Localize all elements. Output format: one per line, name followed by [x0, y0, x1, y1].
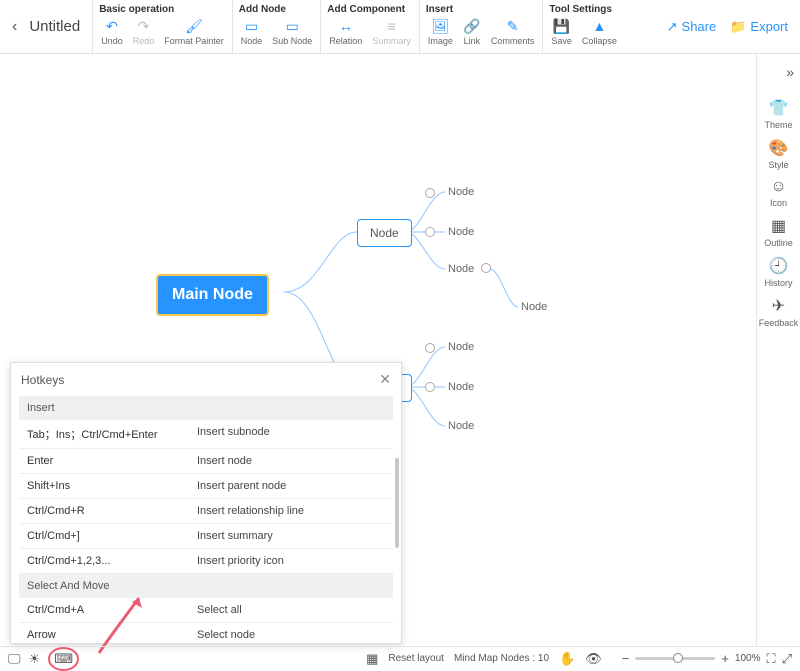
- link-icon: 🔗: [463, 17, 481, 35]
- expand-icon[interactable]: [425, 188, 435, 198]
- sub-node-icon: ▭: [283, 17, 301, 35]
- hotkey-section: Select And Move: [19, 574, 393, 598]
- keyboard-icon[interactable]: ⌨: [48, 647, 79, 671]
- summary-button: ≡Summary: [370, 17, 413, 46]
- nodes-label: Mind Map Nodes : 10: [454, 653, 549, 664]
- group-title: Add Component: [327, 4, 413, 15]
- hotkey-row: ArrowSelect node: [19, 623, 393, 643]
- scrollbar[interactable]: [395, 458, 399, 548]
- zoom-level: 100%: [735, 653, 761, 664]
- export-icon: 📁: [730, 19, 746, 35]
- hotkey-row: Shift+InsInsert parent node: [19, 474, 393, 499]
- leaf-node[interactable]: Node: [448, 186, 474, 198]
- side-theme[interactable]: 👕Theme: [759, 94, 799, 134]
- expand-icon[interactable]: [425, 343, 435, 353]
- share-button[interactable]: ↗Share: [667, 19, 717, 35]
- sub-node-button[interactable]: ▭Sub Node: [270, 17, 314, 46]
- group-title: Basic operation: [99, 4, 226, 15]
- expand-icon[interactable]: [481, 263, 491, 273]
- save-icon: 💾: [553, 17, 571, 35]
- zoom-in-button[interactable]: +: [721, 651, 729, 666]
- group-title: Tool Settings: [549, 4, 619, 15]
- eye-icon[interactable]: 👁: [585, 651, 602, 667]
- icon-icon: ☺: [770, 178, 786, 196]
- sub-node-1[interactable]: Node: [357, 219, 412, 247]
- reset-layout-button[interactable]: Reset layout: [388, 653, 444, 664]
- summary-icon: ≡: [383, 17, 401, 35]
- side-icon[interactable]: ☺Icon: [759, 174, 799, 212]
- hotkeys-panel: Hotkeys ✕ InsertTab；Ins；Ctrl/Cmd+EnterIn…: [10, 362, 402, 644]
- leaf-node[interactable]: Node: [448, 226, 474, 238]
- format-painter-button[interactable]: 🖌Format Painter: [162, 17, 226, 46]
- share-icon: ↗: [667, 19, 678, 35]
- node-button[interactable]: ▭Node: [239, 17, 265, 46]
- hotkeys-title: Hotkeys: [21, 373, 64, 387]
- brightness-icon[interactable]: ☀: [29, 651, 41, 667]
- undo-icon: ↶: [103, 17, 121, 35]
- back-icon[interactable]: ‹: [12, 18, 17, 36]
- display-icon[interactable]: 🖵: [8, 651, 21, 667]
- hotkey-row: EnterInsert node: [19, 449, 393, 474]
- group-title: Insert: [426, 4, 537, 15]
- format-painter-icon: 🖌: [185, 17, 203, 35]
- hotkey-row: Ctrl/Cmd+ASelect all: [19, 598, 393, 623]
- hotkey-row: Ctrl/Cmd+1,2,3...Insert priority icon: [19, 549, 393, 574]
- pan-icon[interactable]: ✋: [559, 651, 575, 667]
- link-button[interactable]: 🔗Link: [461, 17, 483, 46]
- side-history[interactable]: 🕘History: [759, 252, 799, 292]
- zoom-out-button[interactable]: −: [622, 651, 630, 666]
- expand-icon[interactable]: [425, 227, 435, 237]
- feedback-icon: ✈: [772, 296, 785, 316]
- group-title: Add Node: [239, 4, 315, 15]
- side-outline[interactable]: ▦Outline: [759, 212, 799, 252]
- doc-title[interactable]: Untitled: [29, 18, 80, 35]
- fullscreen-icon[interactable]: ⤢: [782, 651, 792, 667]
- expand-icon[interactable]: [425, 382, 435, 392]
- image-icon: 🖼: [431, 17, 449, 35]
- collapse-icon: ▲: [590, 17, 608, 35]
- leaf-node[interactable]: Node: [448, 341, 474, 353]
- save-button[interactable]: 💾Save: [549, 17, 574, 46]
- style-icon: 🎨: [769, 138, 789, 158]
- hotkey-row: Ctrl/Cmd+RInsert relationship line: [19, 499, 393, 524]
- side-style[interactable]: 🎨Style: [759, 134, 799, 174]
- theme-icon: 👕: [769, 98, 789, 118]
- side-feedback[interactable]: ✈Feedback: [759, 292, 799, 332]
- undo-button[interactable]: ↶Undo: [99, 17, 125, 46]
- history-icon: 🕘: [769, 256, 789, 276]
- outline-icon: ▦: [771, 216, 786, 236]
- redo-icon: ↷: [134, 17, 152, 35]
- export-button[interactable]: 📁Export: [730, 19, 788, 35]
- close-icon[interactable]: ✕: [379, 371, 391, 388]
- leaf-node[interactable]: Node: [521, 301, 547, 313]
- leaf-node[interactable]: Node: [448, 263, 474, 275]
- main-node[interactable]: Main Node: [156, 274, 269, 316]
- relation-icon: ↔: [337, 17, 355, 35]
- layout-icon[interactable]: ▦: [366, 651, 378, 667]
- collapse-button[interactable]: ▲Collapse: [580, 17, 619, 46]
- zoom-slider[interactable]: [635, 657, 715, 660]
- hotkey-section: Insert: [19, 396, 393, 420]
- comments-icon: ✎: [504, 17, 522, 35]
- hotkey-row: Tab；Ins；Ctrl/Cmd+EnterInsert subnode: [19, 420, 393, 449]
- redo-button: ↷Redo: [131, 17, 157, 46]
- leaf-node[interactable]: Node: [448, 381, 474, 393]
- hotkey-row: Ctrl/Cmd+]Insert summary: [19, 524, 393, 549]
- collapse-sidepanel-icon[interactable]: »: [780, 58, 800, 86]
- fit-icon[interactable]: ⛶: [766, 651, 775, 667]
- relation-button[interactable]: ↔Relation: [327, 17, 364, 46]
- comments-button[interactable]: ✎Comments: [489, 17, 537, 46]
- image-button[interactable]: 🖼Image: [426, 17, 455, 46]
- node-icon: ▭: [243, 17, 261, 35]
- leaf-node[interactable]: Node: [448, 420, 474, 432]
